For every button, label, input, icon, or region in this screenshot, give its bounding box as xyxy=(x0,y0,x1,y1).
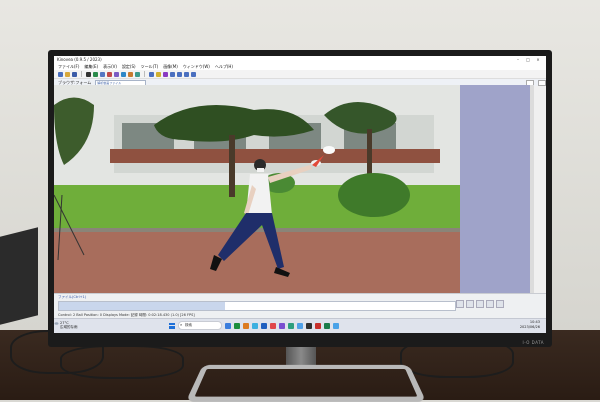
monitor-screen: Kinovea (0.9.5 / 2023) – □ × ファイル(F) 編集(… xyxy=(54,56,546,333)
taskbar-app-icon[interactable] xyxy=(243,322,249,329)
taskbar-app-icon[interactable] xyxy=(297,322,303,329)
taskbar-app-icon[interactable] xyxy=(261,322,267,329)
brick-wall xyxy=(110,149,440,163)
color-profile-icon[interactable] xyxy=(163,71,168,77)
toolbar-divider xyxy=(81,71,82,77)
workspace xyxy=(54,85,546,293)
monitor: Kinovea (0.9.5 / 2023) – □ × ファイル(F) 編集(… xyxy=(48,50,552,347)
open-folder-icon[interactable] xyxy=(65,71,70,77)
taskbar-app-icon[interactable] xyxy=(333,322,339,329)
monitor-stand-neck xyxy=(286,345,316,367)
playback-buttons xyxy=(456,300,504,308)
toolbar-divider xyxy=(144,71,145,77)
taskbar-app-icon[interactable] xyxy=(270,322,276,329)
search-icon: ⌕ xyxy=(180,322,183,327)
clock-date: 2023/06/26 xyxy=(519,325,540,329)
monitor-stand-base xyxy=(185,364,427,402)
vertical-scrollbar[interactable] xyxy=(530,85,534,293)
grid-tool-icon[interactable] xyxy=(135,71,140,77)
timeline-progress xyxy=(59,302,226,310)
video-frame[interactable] xyxy=(54,85,460,293)
chrono-tool-icon[interactable] xyxy=(128,71,133,77)
taskbar-app-icon[interactable] xyxy=(225,322,231,329)
pinned-apps xyxy=(225,322,339,329)
drawing-toolbar xyxy=(54,70,546,79)
angle-tool-icon[interactable] xyxy=(121,71,126,77)
app-title: Kinovea (0.9.5 / 2023) xyxy=(57,57,102,62)
menu-view[interactable]: 表示(V) xyxy=(103,64,117,70)
taskbar-app-icon[interactable] xyxy=(306,322,312,329)
taskbar-app-icon[interactable] xyxy=(315,322,321,329)
minimize-button[interactable]: – xyxy=(513,57,523,62)
play-icon[interactable] xyxy=(456,300,464,308)
timeline-slider[interactable] xyxy=(58,301,456,311)
taskbar-apps: ⌕ 検索 xyxy=(169,321,339,330)
menu-file[interactable]: ファイル(F) xyxy=(58,64,79,70)
taskbar-search[interactable]: ⌕ 検索 xyxy=(178,321,222,330)
brick-pavement xyxy=(54,230,460,293)
playback-controls: ファイル(Ctrl+1) Control: 2 Ball Position: 0… xyxy=(54,293,546,321)
taskbar-app-icon[interactable] xyxy=(288,322,294,329)
windows-taskbar: 27°C 広域的な雨 ⌕ 検索 10:43 2023/06/26 xyxy=(54,318,546,333)
spotlight-tool-icon[interactable] xyxy=(156,71,161,77)
layout-dual-icon[interactable] xyxy=(177,71,182,77)
cloud-icon xyxy=(54,322,59,325)
menu-bar: ファイル(F) 編集(E) 表示(V) 設定(S) ツール(T) 画像(M) ウ… xyxy=(54,63,546,70)
menu-help[interactable]: ヘルプ(H) xyxy=(215,64,233,70)
shrub xyxy=(338,173,410,217)
speed-icon[interactable] xyxy=(496,300,504,308)
monitor-brand: I-O DATA xyxy=(522,340,544,345)
layout-single-icon[interactable] xyxy=(170,71,175,77)
cable xyxy=(60,345,184,379)
search-label: 検索 xyxy=(185,323,192,327)
weather-desc: 広域的な雨 xyxy=(60,325,78,329)
menu-tools[interactable]: ツール(T) xyxy=(141,64,159,70)
control-label: ファイル(Ctrl+1) xyxy=(58,295,87,299)
taskbar-app-icon[interactable] xyxy=(234,322,240,329)
save-icon[interactable] xyxy=(72,71,77,77)
video-scene xyxy=(54,85,460,293)
menu-window[interactable]: ウィンドウ(W) xyxy=(183,64,210,70)
text-tool-icon[interactable] xyxy=(86,71,91,77)
player-mask xyxy=(257,168,264,172)
taskbar-app-icon[interactable] xyxy=(252,322,258,329)
line-tool-icon[interactable] xyxy=(100,71,105,77)
shuttlecock xyxy=(323,146,335,154)
layout-stack-icon[interactable] xyxy=(191,71,196,77)
side-panel xyxy=(460,85,530,293)
app-titlebar: Kinovea (0.9.5 / 2023) – □ × xyxy=(54,56,546,63)
menu-settings[interactable]: 設定(S) xyxy=(122,64,136,70)
weather-widget[interactable]: 27°C 広域的な雨 xyxy=(60,321,78,329)
circle-tool-icon[interactable] xyxy=(107,71,112,77)
system-clock[interactable]: 10:43 2023/06/26 xyxy=(520,320,540,330)
tree-trunk xyxy=(229,135,235,197)
start-icon[interactable] xyxy=(169,322,175,329)
cross-tool-icon[interactable] xyxy=(114,71,119,77)
pencil-tool-icon[interactable] xyxy=(93,71,98,77)
loop-icon[interactable] xyxy=(486,300,494,308)
menu-edit[interactable]: 編集(E) xyxy=(84,64,98,70)
maximize-button[interactable]: □ xyxy=(523,57,533,62)
close-button[interactable]: × xyxy=(533,57,543,62)
step-back-icon[interactable] xyxy=(466,300,474,308)
taskbar-app-icon[interactable] xyxy=(279,322,285,329)
layout-grid-icon[interactable] xyxy=(184,71,189,77)
arrow-tool-icon[interactable] xyxy=(58,71,63,77)
magnifier-tool-icon[interactable] xyxy=(149,71,154,77)
laptop-edge xyxy=(0,227,38,325)
step-forward-icon[interactable] xyxy=(476,300,484,308)
menu-image[interactable]: 画像(M) xyxy=(163,64,178,70)
taskbar-app-icon[interactable] xyxy=(324,322,330,329)
